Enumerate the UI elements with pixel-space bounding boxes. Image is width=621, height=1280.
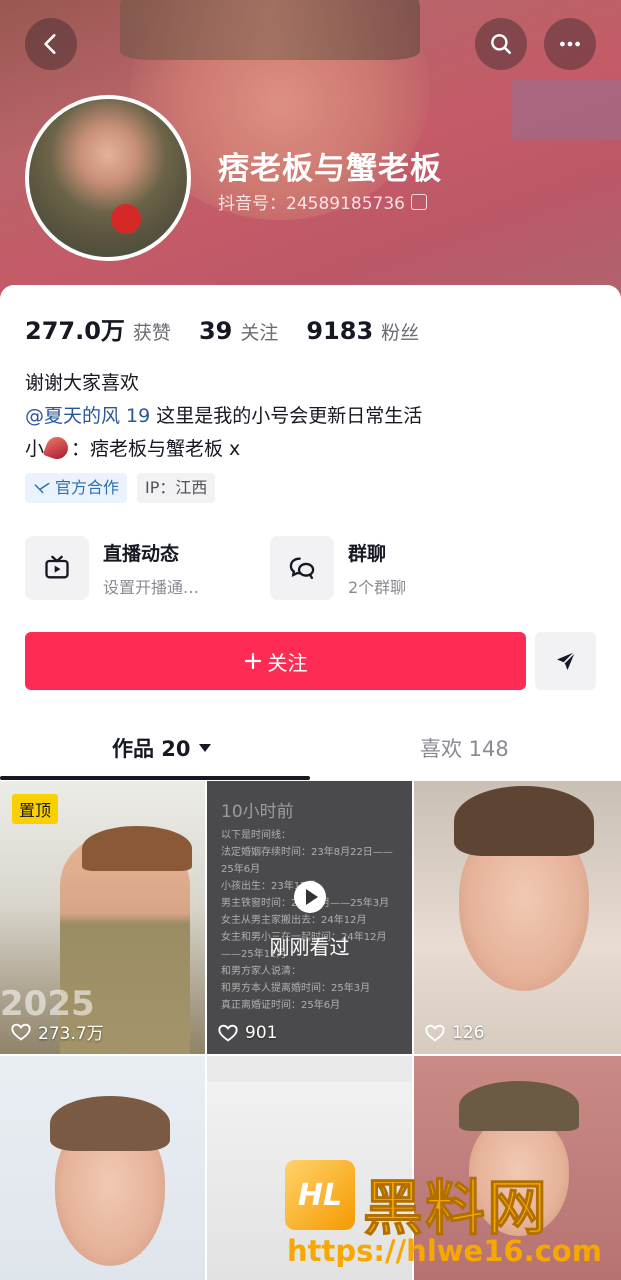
- thumbnail-cap: [459, 1081, 579, 1131]
- tab-likes-label: 喜欢 148: [420, 737, 509, 761]
- search-button[interactable]: [475, 18, 527, 70]
- live-updates-subtitle: 设置开播通…: [103, 577, 200, 597]
- chat-bubbles-icon: [289, 557, 315, 580]
- bio-line-3: 小 ：痞老板与蟹老板 x: [25, 433, 422, 466]
- video-likes-count: 126: [452, 1023, 485, 1043]
- nickname: 痞老板与蟹老板: [218, 151, 442, 187]
- chevron-left-icon: [44, 34, 56, 54]
- live-updates-title: 直播动态: [103, 542, 180, 565]
- official-cooperation-tag[interactable]: 官方合作: [25, 473, 128, 503]
- sweet-potato-emoji-icon: [42, 433, 72, 463]
- stat-value: 39: [198, 317, 233, 345]
- heart-outline-icon: [11, 1023, 31, 1040]
- video-likes: 126: [424, 1022, 484, 1044]
- bio-line-3-text: ：痞老板与蟹老板 x: [71, 438, 241, 460]
- video-likes: 273.7万: [10, 1019, 104, 1044]
- tv-icon-wrap: [25, 536, 89, 600]
- heart-outline-icon: [425, 1024, 445, 1042]
- bio-line-1: 谢谢大家喜欢: [25, 372, 140, 394]
- plus-icon: [244, 652, 261, 670]
- group-chat-subtitle: 2个群聊: [348, 577, 407, 597]
- live-updates-tile[interactable]: 直播动态 设置开播通…: [25, 535, 270, 601]
- copy-icon[interactable]: [410, 193, 427, 210]
- bio: 谢谢大家喜欢 @夏天的风 19 这里是我的小号会更新日常生活 小 ：痞老板与蟹老板…: [25, 367, 422, 466]
- stat-value: 277.0万: [25, 317, 125, 345]
- video-thumbnail[interactable]: 10小时前 以下是时间线： 法定婚姻存续时间：23年8月22日——25年6月 小…: [207, 781, 412, 1054]
- group-chat-title: 群聊: [348, 542, 387, 565]
- video-likes-count: 901: [245, 1023, 278, 1043]
- stat-followers[interactable]: 9183 粉丝: [306, 317, 419, 345]
- back-button[interactable]: [25, 18, 77, 70]
- caret-down-icon: [198, 744, 211, 752]
- ip-location-tag: IP：江西: [137, 473, 216, 503]
- tab-works[interactable]: 作品 20: [112, 733, 211, 763]
- tab-likes[interactable]: 喜欢 148: [420, 733, 509, 763]
- follow-button-label: 关注: [267, 650, 308, 675]
- video-thumbnail[interactable]: [0, 1056, 205, 1280]
- posted-time: 10小时前: [221, 802, 294, 822]
- content-tabs: 作品 20 喜欢 148: [0, 715, 621, 781]
- send-message-button[interactable]: [535, 632, 596, 690]
- bio-line-3-prefix: 小: [25, 438, 45, 460]
- video-likes: 901: [217, 1022, 277, 1044]
- bio-mention-link[interactable]: @夏天的风 19: [25, 405, 150, 427]
- bio-line-2-text: 这里是我的小号会更新日常生活: [150, 405, 423, 427]
- douyin-id-text: 抖音号：24589185736: [218, 194, 405, 214]
- play-icon: [294, 881, 326, 913]
- chat-icon-wrap: [270, 536, 334, 600]
- group-chat-text: 群聊 2个群聊: [348, 539, 406, 598]
- more-button[interactable]: [544, 18, 596, 70]
- profile-card: 277.0万 获赞 39 关注 9183 粉丝 谢谢大家喜欢 @夏天的风 19 …: [0, 285, 621, 1280]
- pinned-badge: 置顶: [12, 794, 59, 824]
- paper-plane-icon: [556, 651, 576, 670]
- thumbnail-hair: [454, 786, 594, 856]
- douyin-id[interactable]: 抖音号：24589185736: [218, 189, 427, 214]
- video-likes-count: 273.7万: [38, 1024, 104, 1044]
- official-cooperation-label: 官方合作: [55, 478, 120, 497]
- tab-works-label: 作品 20: [112, 737, 191, 761]
- handshake-icon: [34, 482, 50, 494]
- video-thumbnail[interactable]: 置顶 2025 273.7万: [0, 781, 205, 1054]
- avatar[interactable]: [25, 95, 191, 261]
- follow-button[interactable]: 关注: [25, 632, 526, 690]
- stat-value: 9183: [306, 317, 374, 345]
- stat-label: 粉丝: [381, 322, 420, 344]
- thumbnail-hair: [50, 1096, 170, 1151]
- tv-icon: [45, 555, 69, 579]
- thumbnail-hat: [82, 826, 192, 871]
- video-thumbnail[interactable]: 126: [414, 781, 621, 1054]
- stat-label: 关注: [240, 322, 279, 344]
- bio-line-2: @夏天的风 19 这里是我的小号会更新日常生活: [25, 400, 422, 433]
- active-tab-indicator: [0, 776, 310, 780]
- stat-likes[interactable]: 277.0万 获赞: [25, 311, 171, 346]
- ip-location-label: IP：江西: [145, 478, 208, 497]
- watermark-url: https://hlwe16.com: [287, 1234, 602, 1268]
- thumbnail-year-overlay: 2025: [0, 984, 95, 1024]
- watermark: HL 黑料网 https://hlwe16.com: [285, 1160, 615, 1275]
- live-updates-text: 直播动态 设置开播通…: [103, 539, 199, 598]
- group-chat-tile[interactable]: 群聊 2个群聊: [270, 535, 515, 601]
- feature-tiles: 直播动态 设置开播通… 群聊 2个群聊: [25, 535, 515, 601]
- watermark-logo: HL: [285, 1160, 355, 1230]
- thumbnail-top-strip: [207, 1056, 412, 1082]
- tags-row: 官方合作 IP：江西: [25, 473, 216, 503]
- stat-label: 获赞: [132, 322, 171, 344]
- thumbnail-text: 以下是时间线： 法定婚姻存续时间：23年8月22日——25年6月 小孩出生：23…: [221, 830, 393, 1011]
- heart-outline-icon: [218, 1024, 238, 1042]
- stat-following[interactable]: 39 关注: [199, 317, 278, 345]
- avatar-flower: [111, 204, 141, 234]
- search-icon: [491, 34, 511, 54]
- recently-watched-label: 刚刚看过: [269, 935, 350, 959]
- stats-row: 277.0万 获赞 39 关注 9183 粉丝: [25, 311, 419, 346]
- more-dots-icon: [560, 41, 580, 47]
